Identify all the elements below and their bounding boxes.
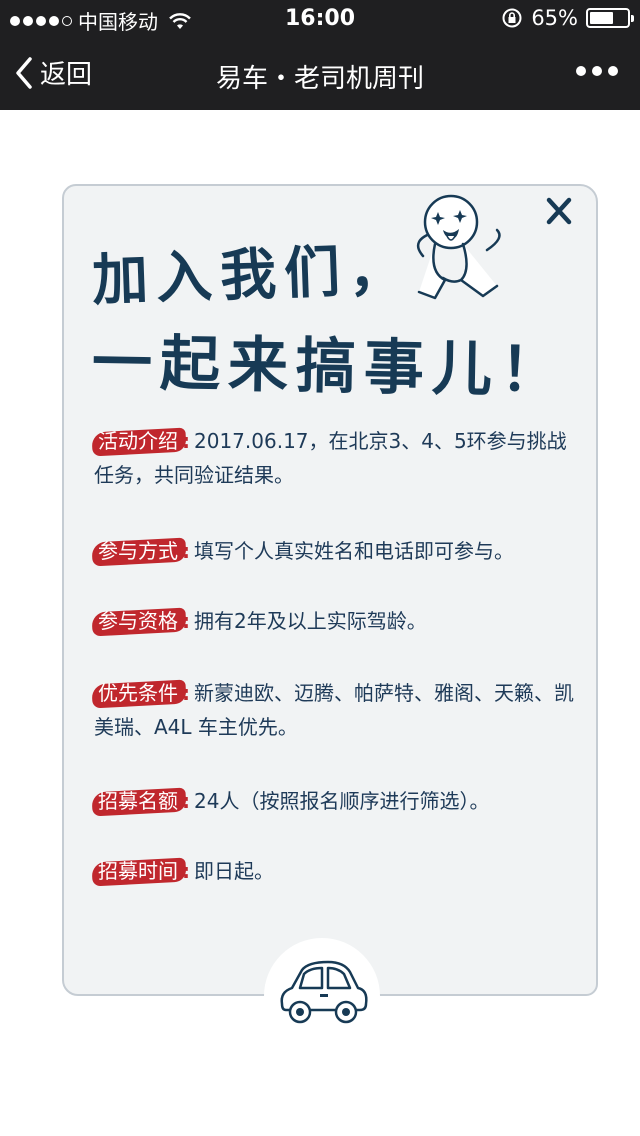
info-item-activity: 活动介绍:2017.06.17，在北京3、4、5环参与挑战任务，共同验证结果。 bbox=[94, 424, 574, 492]
info-tag: 招募时间 bbox=[94, 854, 182, 888]
car-icon bbox=[280, 960, 368, 1024]
info-text: 填写个人真实姓名和电话即可参与。 bbox=[194, 539, 514, 563]
status-bar: 中国移动 16:00 65% bbox=[0, 0, 640, 40]
rotation-lock-icon bbox=[502, 8, 522, 28]
info-item-time: 招募时间: 即日起。 bbox=[94, 854, 574, 888]
info-tag: 招募名额 bbox=[94, 784, 182, 818]
page-title: 易车・老司机周刊 bbox=[215, 64, 424, 94]
info-text: 拥有2年及以上实际驾龄。 bbox=[194, 609, 427, 633]
info-text: 即日起。 bbox=[194, 859, 274, 883]
close-icon[interactable] bbox=[544, 196, 574, 226]
headline-line-2: 一起来搞事儿！ bbox=[91, 327, 569, 407]
info-tag: 参与资格 bbox=[94, 604, 182, 638]
more-menu-button[interactable] bbox=[576, 66, 618, 76]
status-right: 65% bbox=[501, 6, 634, 30]
headline-line-1: 加入我们， bbox=[91, 236, 414, 314]
info-item-quota: 招募名额:24人（按照报名顺序进行筛选）。 bbox=[94, 784, 574, 818]
nav-bar: 返回 易车・老司机周刊 bbox=[0, 40, 640, 110]
info-tag: 活动介绍 bbox=[94, 424, 182, 458]
battery-icon bbox=[586, 8, 634, 28]
info-tag: 优先条件 bbox=[94, 676, 182, 710]
info-item-method: 参与方式: 填写个人真实姓名和电话即可参与。 bbox=[94, 534, 574, 568]
info-text: 24人（按照报名顺序进行筛选）。 bbox=[194, 789, 490, 813]
battery-percent: 65% bbox=[531, 6, 578, 30]
info-tag: 参与方式 bbox=[94, 534, 182, 568]
battery-fill bbox=[590, 12, 614, 24]
mascot-illustration bbox=[416, 194, 501, 300]
info-item-qualification: 参与资格: 拥有2年及以上实际驾龄。 bbox=[94, 604, 574, 638]
info-item-priority: 优先条件: 新蒙迪欧、迈腾、帕萨特、雅阁、天籁、凯美瑞、A4L 车主优先。 bbox=[94, 676, 574, 744]
